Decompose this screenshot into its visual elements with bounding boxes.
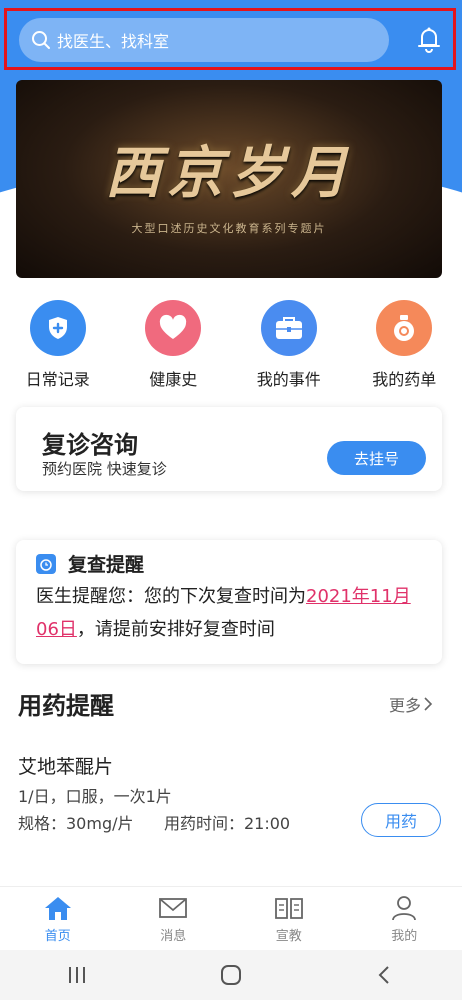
quick-action-daily-record[interactable]: 日常记录 xyxy=(0,300,116,395)
recent-apps-icon[interactable] xyxy=(65,964,89,986)
heart-icon xyxy=(145,300,202,356)
medication-name: 艾地苯醌片 xyxy=(18,756,114,778)
status-bar xyxy=(0,0,462,8)
quick-action-label: 我的药单 xyxy=(372,370,437,389)
chevron-right-icon xyxy=(424,697,433,711)
mail-icon xyxy=(159,898,188,918)
medication-spec: 规格：30mg/片 xyxy=(18,814,134,833)
home-button-icon[interactable] xyxy=(219,964,243,986)
shield-plus-icon xyxy=(29,300,86,356)
revisit-title: 复诊咨询 xyxy=(42,431,138,459)
banner-title: 西京岁月 xyxy=(105,140,353,206)
quick-action-my-prescriptions[interactable]: 我的药单 xyxy=(347,300,462,395)
tab-home[interactable]: 首页 xyxy=(0,887,116,950)
search-icon xyxy=(32,31,50,49)
tab-education[interactable]: 宣教 xyxy=(231,887,347,950)
quick-action-label: 我的事件 xyxy=(256,370,321,389)
medication-section-title: 用药提醒 xyxy=(18,692,114,720)
medication-dose: 1/日，口服，一次1片 xyxy=(18,787,172,806)
search-bar-highlight: 找医生、找科室 xyxy=(4,8,456,70)
tab-label: 我的 xyxy=(391,929,418,944)
more-link[interactable]: 更多 xyxy=(389,692,435,716)
user-icon xyxy=(392,896,417,921)
tab-label: 消息 xyxy=(160,929,187,944)
revisit-card[interactable]: 复诊咨询 预约医院 快速复诊 去挂号 xyxy=(16,407,442,491)
alarm-clock-icon xyxy=(36,553,56,574)
book-icon xyxy=(274,898,303,919)
reminder-text-prefix: 医生提醒您：您的下次复查时间为 xyxy=(36,586,306,607)
quick-action-label: 健康史 xyxy=(149,370,198,389)
medication-time: 用药时间：21:00 xyxy=(164,814,291,833)
reminder-text: 医生提醒您：您的下次复查时间为2021年11月06日，请提前安排好复查时间 xyxy=(36,580,431,646)
take-medication-button[interactable]: 用药 xyxy=(361,803,441,837)
reminder-title: 复查提醒 xyxy=(68,554,145,576)
promo-banner[interactable]: 西京岁月 大型口述历史文化教育系列专题片 xyxy=(16,80,442,278)
register-button[interactable]: 去挂号 xyxy=(327,441,426,475)
briefcase-icon xyxy=(260,300,317,356)
reminder-text-suffix: ，请提前安排好复查时间 xyxy=(76,619,275,640)
home-icon xyxy=(44,897,71,920)
system-navigation-bar xyxy=(0,950,462,1000)
banner-subtitle: 大型口述历史文化教育系列专题片 xyxy=(131,222,327,235)
medicine-bottle-icon xyxy=(376,300,433,356)
notification-bell-icon[interactable] xyxy=(413,23,445,55)
tab-mine[interactable]: 我的 xyxy=(347,887,462,950)
bottom-tab-bar: 首页 消息 宣教 我的 xyxy=(0,886,462,950)
tab-label: 宣教 xyxy=(275,929,302,944)
tab-label: 首页 xyxy=(44,929,71,944)
search-input[interactable]: 找医生、找科室 xyxy=(19,18,389,62)
quick-action-label: 日常记录 xyxy=(25,370,90,389)
quick-actions: 日常记录 健康史 我的事件 我的药单 xyxy=(0,300,462,395)
quick-action-health-history[interactable]: 健康史 xyxy=(116,300,232,395)
back-icon[interactable] xyxy=(373,964,397,986)
recheck-reminder-card: 复查提醒 医生提醒您：您的下次复查时间为2021年11月06日，请提前安排好复查… xyxy=(16,540,442,664)
revisit-subtitle: 预约医院 快速复诊 xyxy=(42,460,167,478)
tab-messages[interactable]: 消息 xyxy=(116,887,232,950)
search-placeholder: 找医生、找科室 xyxy=(57,32,170,51)
reminder-header: 复查提醒 xyxy=(36,550,144,577)
quick-action-my-events[interactable]: 我的事件 xyxy=(231,300,347,395)
more-label: 更多 xyxy=(389,696,422,715)
